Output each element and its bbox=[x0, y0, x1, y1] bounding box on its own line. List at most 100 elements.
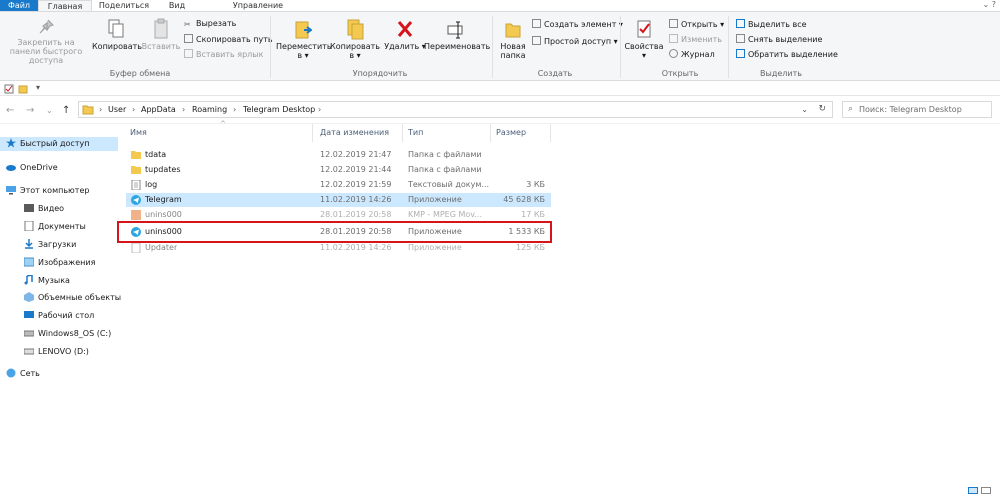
file-date: 12.02.2019 21:47 bbox=[320, 150, 392, 159]
copy-path-button[interactable]: Скопировать путь bbox=[184, 34, 273, 45]
column-header-size[interactable]: Размер bbox=[496, 128, 526, 137]
delete-button[interactable]: Удалить ▾ bbox=[384, 18, 426, 51]
nav-item-documents[interactable]: Документы bbox=[24, 220, 86, 234]
file-type: Папка с файлами bbox=[408, 150, 482, 159]
easy-access-icon bbox=[532, 36, 541, 45]
nav-item-label: Объемные объекты bbox=[38, 293, 122, 302]
search-input[interactable]: ⌕ Поиск: Telegram Desktop bbox=[842, 101, 992, 118]
cut-button[interactable]: ✂ Вырезать bbox=[184, 19, 236, 29]
nav-item-images[interactable]: Изображения bbox=[24, 256, 95, 270]
copy-to-icon bbox=[347, 19, 364, 40]
nav-item-this-pc[interactable]: Этот компьютер bbox=[6, 184, 89, 198]
tab-file[interactable]: Файл bbox=[0, 0, 38, 11]
ribbon-expand-icon[interactable]: ⌄ ? bbox=[983, 0, 997, 9]
nav-item-video[interactable]: Видео bbox=[24, 202, 64, 216]
network-icon bbox=[6, 368, 16, 378]
file-row[interactable]: unins000 28.01.2019 20:58 KMP - MPEG Mov… bbox=[126, 208, 551, 222]
nav-item-onedrive[interactable]: OneDrive bbox=[6, 161, 58, 175]
tab-home[interactable]: Главная bbox=[38, 0, 92, 11]
rename-label: Переименовать bbox=[424, 42, 491, 51]
recent-locations-icon[interactable]: ⌄ bbox=[46, 106, 53, 115]
breadcrumb-item[interactable]: AppData bbox=[141, 105, 176, 114]
music-icon bbox=[24, 275, 33, 285]
updater-icon bbox=[131, 243, 141, 253]
column-header-type[interactable]: Тип bbox=[408, 128, 423, 137]
media-file-icon bbox=[131, 210, 141, 220]
refresh-icon[interactable]: ↻ bbox=[818, 104, 826, 114]
back-icon[interactable]: ← bbox=[6, 105, 14, 116]
open-label: Открыть bbox=[681, 20, 718, 29]
paste-button[interactable]: Вставить bbox=[140, 18, 182, 51]
rename-icon bbox=[447, 21, 463, 39]
tiles-view-icon[interactable] bbox=[980, 487, 991, 494]
pin-quick-access-button[interactable]: Закрепить на панели быстрого доступа bbox=[2, 18, 90, 65]
history-button[interactable]: Журнал bbox=[669, 49, 715, 60]
details-view-icon[interactable] bbox=[968, 487, 978, 494]
group-clipboard: Буфер обмена bbox=[109, 69, 171, 78]
file-row-selected[interactable]: Telegram 11.02.2019 14:26 Приложение 45 … bbox=[126, 193, 551, 207]
file-row[interactable]: tdata 12.02.2019 21:47 Папка с файлами bbox=[126, 148, 551, 162]
file-row[interactable]: Updater 11.02.2019 14:26 Приложение 125 … bbox=[126, 241, 551, 255]
nav-item-label: Загрузки bbox=[38, 240, 77, 249]
properties-icon[interactable] bbox=[4, 84, 14, 94]
column-header-date[interactable]: Дата изменения bbox=[320, 128, 389, 137]
select-none-button[interactable]: Снять выделение bbox=[736, 34, 822, 45]
easy-access-button[interactable]: Простой доступ ▾ bbox=[532, 36, 618, 47]
view-toggle[interactable] bbox=[968, 487, 994, 495]
file-size: 45 628 КБ bbox=[503, 195, 545, 204]
nav-item-label: Изображения bbox=[38, 258, 96, 267]
customize-toolbar-icon[interactable]: ▾ bbox=[36, 83, 40, 92]
nav-item-quick-access[interactable]: Быстрый доступ bbox=[0, 137, 118, 151]
nav-item-label: Видео bbox=[38, 204, 65, 213]
nav-item-network[interactable]: Сеть bbox=[6, 367, 40, 381]
column-divider bbox=[402, 124, 403, 142]
nav-item-downloads[interactable]: Загрузки bbox=[24, 238, 76, 252]
copy-to-button[interactable]: Копировать в ▾ bbox=[330, 18, 380, 60]
forward-icon[interactable]: → bbox=[26, 105, 34, 116]
nav-item-music[interactable]: Музыка bbox=[24, 274, 70, 288]
select-all-button[interactable]: Выделить все bbox=[736, 19, 807, 30]
new-folder-button[interactable]: Новая папка bbox=[496, 18, 530, 60]
search-icon: ⌕ bbox=[848, 104, 854, 114]
properties-button[interactable]: Свойства ▾ bbox=[624, 18, 664, 60]
edit-button[interactable]: Изменить bbox=[669, 34, 722, 45]
open-icon bbox=[669, 19, 678, 28]
shortcut-icon bbox=[184, 49, 193, 58]
edit-icon bbox=[669, 34, 678, 43]
open-button[interactable]: Открыть ▾ bbox=[669, 19, 724, 30]
nav-item-3d-objects[interactable]: Объемные объекты bbox=[24, 291, 121, 305]
column-header-name[interactable]: Имя bbox=[130, 128, 147, 137]
video-icon bbox=[24, 204, 34, 212]
breadcrumb-item[interactable]: Roaming bbox=[192, 105, 227, 114]
tab-share[interactable]: Поделиться bbox=[92, 0, 156, 11]
history-label: Журнал bbox=[681, 50, 715, 59]
star-icon bbox=[6, 138, 16, 148]
address-bar[interactable]: › User › AppData › Roaming › Telegram De… bbox=[78, 101, 833, 118]
rename-button[interactable]: Переименовать bbox=[424, 18, 490, 51]
file-row[interactable]: tupdates 12.02.2019 21:44 Папка с файлам… bbox=[126, 163, 551, 177]
address-dropdown-icon[interactable]: ⌄ bbox=[801, 105, 808, 114]
file-size: 17 КБ bbox=[521, 210, 545, 219]
nav-item-drive-c[interactable]: Windows8_OS (C:) bbox=[24, 327, 111, 341]
file-row[interactable]: log 12.02.2019 21:59 Текстовый докум... … bbox=[126, 178, 551, 192]
ribbon-divider bbox=[620, 16, 621, 78]
search-placeholder: Поиск: Telegram Desktop bbox=[859, 105, 962, 114]
drive-icon bbox=[24, 330, 34, 337]
breadcrumb-item[interactable]: User bbox=[108, 105, 126, 114]
file-type: KMP - MPEG Mov... bbox=[408, 210, 483, 219]
move-to-button[interactable]: Переместить в ▾ bbox=[276, 18, 332, 60]
new-item-button[interactable]: Создать элемент ▾ bbox=[532, 19, 623, 30]
copy-button[interactable]: Копировать bbox=[92, 18, 142, 51]
file-type: Текстовый докум... bbox=[408, 180, 490, 189]
tab-view[interactable]: Вид bbox=[160, 0, 194, 11]
paste-shortcut-button[interactable]: Вставить ярлык bbox=[184, 49, 263, 60]
invert-selection-button[interactable]: Обратить выделение bbox=[736, 49, 838, 60]
nav-item-label: Документы bbox=[38, 222, 86, 231]
nav-item-drive-d[interactable]: LENOVO (D:) bbox=[24, 345, 89, 359]
up-icon[interactable]: ↑ bbox=[62, 105, 70, 116]
desktop-icon bbox=[24, 311, 34, 318]
tab-manage[interactable]: Управление bbox=[222, 0, 294, 11]
breadcrumb-item[interactable]: Telegram Desktop bbox=[243, 105, 315, 114]
nav-item-desktop[interactable]: Рабочий стол bbox=[24, 309, 94, 323]
folder-icon[interactable] bbox=[18, 84, 28, 94]
